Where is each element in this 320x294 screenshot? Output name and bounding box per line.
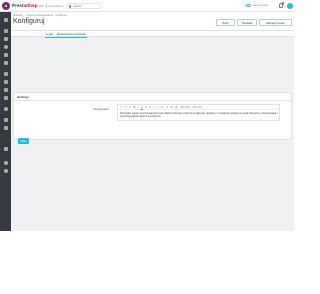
view-store-link[interactable]: View my store (246, 3, 269, 7)
redo-icon[interactable]: ↷ (125, 105, 127, 109)
info-icon[interactable] (3, 169, 8, 173)
undo-icon[interactable]: ↶ (120, 105, 122, 109)
breadcrumb: Modules Customer Reassurance Configure (13, 14, 69, 17)
employee-avatar[interactable] (287, 2, 293, 9)
breadcrumb-item[interactable]: Customer Reassurance (26, 14, 53, 17)
international-icon[interactable] (3, 107, 8, 111)
shipping-icon[interactable] (3, 88, 8, 92)
page-header: Modules Customer Reassurance Configure K… (11, 12, 294, 31)
search-icon[interactable] (69, 4, 71, 8)
table-icon[interactable]: ⊞ (170, 105, 172, 109)
field-label-text: Content text (93, 106, 109, 111)
underline-icon[interactable]: U (141, 105, 143, 109)
card-header: Settings (14, 93, 291, 101)
support-icon[interactable] (3, 53, 8, 57)
catalog-icon[interactable] (3, 37, 8, 41)
numbered-list-icon[interactable]: 1. (156, 105, 158, 109)
indent-icon[interactable]: ⇥ (166, 105, 168, 109)
customers-icon[interactable] (3, 45, 8, 49)
search-input[interactable] (73, 4, 101, 8)
sidebar-nav (0, 12, 11, 231)
source-code-icon[interactable]: &lt;/&gt; (181, 105, 191, 109)
parameters-icon[interactable] (3, 118, 8, 122)
view-store-label: View my store (252, 3, 269, 7)
rich-text-editor[interactable]: ↶ ↷ A B I U ≡ ≡ • 1. ⇤ ⇥ ⊞ 🔗 &lt;/&gt; F… (117, 104, 280, 121)
breadcrumb-item[interactable]: Modules (13, 14, 23, 17)
breadcrumb-item: Configure (55, 14, 67, 17)
save-button[interactable]: Save (18, 138, 29, 144)
modules-icon[interactable] (3, 72, 8, 76)
prestashop-logo-icon[interactable] (2, 1, 10, 10)
orders-icon[interactable] (3, 29, 8, 33)
align-left-icon[interactable]: ≡ (145, 105, 147, 109)
font-color-icon[interactable]: A (129, 105, 131, 109)
bullet-list-icon[interactable]: • (153, 105, 154, 109)
search-box[interactable] (66, 3, 102, 9)
link-icon[interactable]: 🔗 (175, 105, 178, 109)
content-text-label: *Content text (92, 107, 109, 111)
translate-button[interactable]: Translate (237, 19, 257, 26)
version-badge: 8.1 (39, 3, 44, 8)
collapse-icon[interactable] (3, 147, 8, 151)
logo-text[interactable]: PrestaShop (12, 3, 38, 8)
back-button[interactable]: Wróć (216, 19, 235, 26)
italic-icon[interactable]: I (138, 105, 139, 109)
app-window: PrestaShop 8.1 Quick Access View my stor… (0, 0, 294, 231)
bold-icon[interactable]: B (133, 105, 135, 109)
payment-icon[interactable] (3, 96, 8, 100)
advanced-icon[interactable] (3, 126, 8, 130)
eye-icon (246, 3, 251, 7)
help-icon[interactable] (3, 161, 8, 165)
editor-toolbar: ↶ ↷ A B I U ≡ ≡ • 1. ⇤ ⇥ ⊞ 🔗 &lt;/&gt; F… (118, 105, 279, 110)
manage-hooks-button[interactable]: Manage hooks (259, 19, 292, 26)
design-icon[interactable] (3, 80, 8, 84)
dashboard-icon[interactable] (3, 18, 8, 22)
top-header: PrestaShop 8.1 Quick Access View my stor… (0, 0, 294, 12)
stats-icon[interactable] (3, 61, 8, 65)
page-title: Konfiguruj (13, 18, 45, 25)
tab-settings[interactable]: Legal ... Reassurance Concepts (45, 32, 87, 38)
tab-bar: Legal ... Reassurance Concepts (11, 31, 294, 38)
settings-card: Settings *Content text ↶ ↷ A B I U ≡ ≡ •… (13, 92, 292, 144)
format-dropdown[interactable]: Format (193, 105, 202, 109)
outdent-icon[interactable]: ⇤ (161, 105, 163, 109)
editor-content[interactable]: Wszystkie zgody na przetwarzanie wszystk… (120, 112, 278, 119)
quick-access-menu[interactable]: Quick Access (45, 4, 64, 8)
notification-badge (281, 2, 284, 5)
align-center-icon[interactable]: ≡ (149, 105, 151, 109)
